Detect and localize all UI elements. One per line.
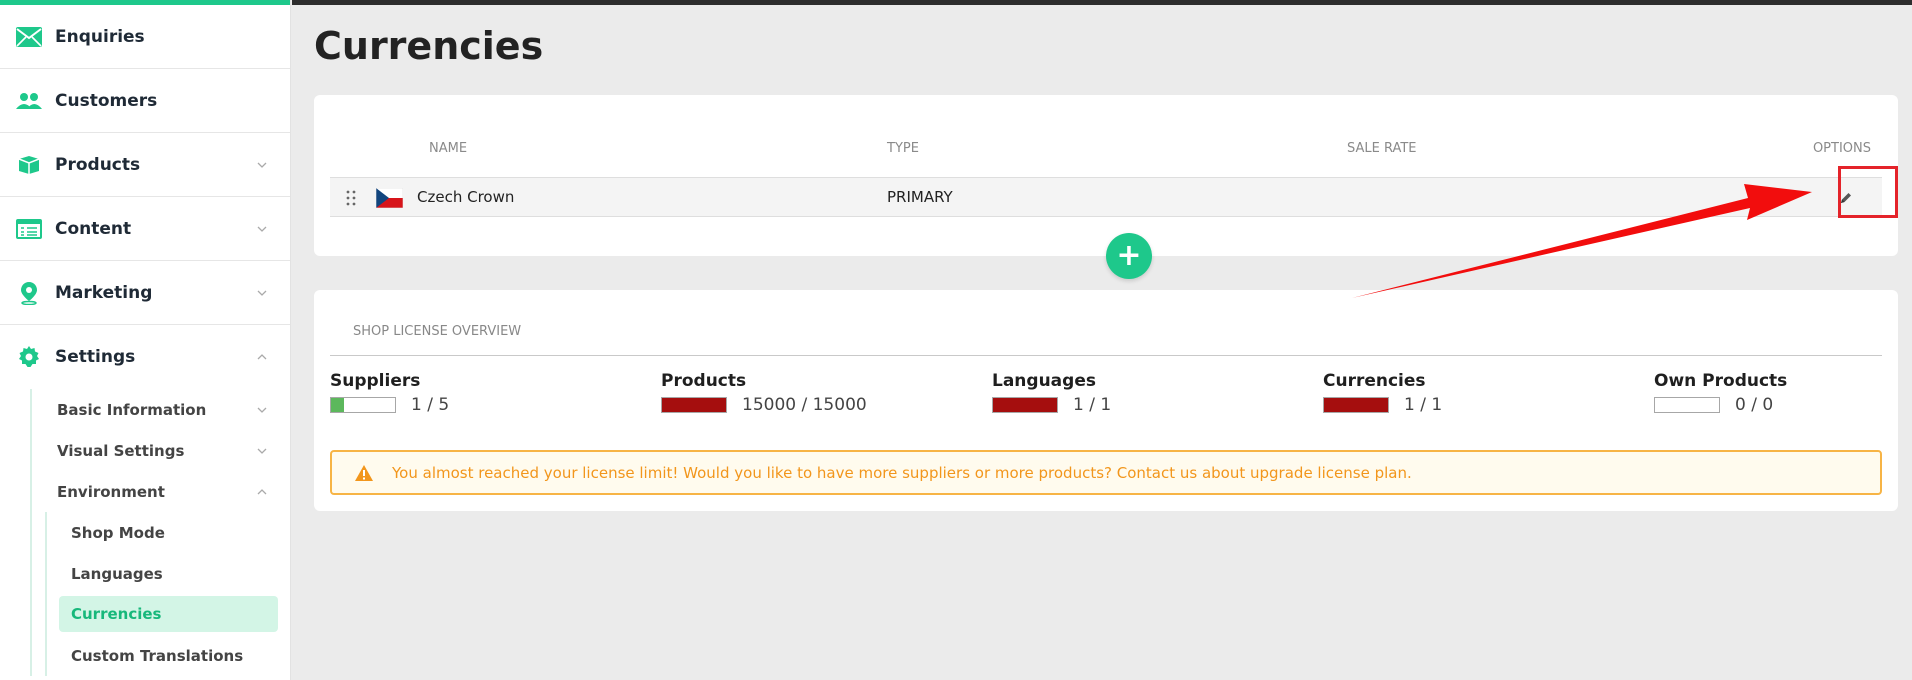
settings-submenu: Basic Information Visual Settings Enviro… <box>0 389 290 676</box>
license-overview-title: SHOP LICENSE OVERVIEW <box>353 324 522 339</box>
annotation-highlight-box <box>1838 166 1898 218</box>
sidebar-item-marketing[interactable]: Marketing <box>0 261 290 325</box>
chevron-down-icon <box>257 407 267 413</box>
plus-icon: + <box>1116 238 1142 273</box>
sidebar-item-label: Currencies <box>71 605 162 623</box>
sidebar-item-label: Custom Translations <box>71 646 244 665</box>
sidebar-item-label: Languages <box>71 564 163 583</box>
license-item-value: 1 / 1 <box>1404 395 1443 415</box>
license-warning-alert: You almost reached your license limit! W… <box>330 450 1882 495</box>
sidebar-item-label: Marketing <box>55 282 153 303</box>
license-item-name: Products <box>661 371 747 391</box>
sidebar-item-languages[interactable]: Languages <box>0 553 290 594</box>
license-usage-bar <box>661 397 727 413</box>
sidebar-item-visual-settings[interactable]: Visual Settings <box>0 430 290 471</box>
czech-flag-icon <box>376 188 403 208</box>
map-pin-icon <box>16 281 42 305</box>
chevron-down-icon <box>257 162 267 168</box>
license-usage-fill <box>1324 398 1388 412</box>
currency-type: PRIMARY <box>887 188 953 206</box>
sidebar-item-enquiries[interactable]: Enquiries <box>0 5 290 69</box>
sidebar-item-label: Visual Settings <box>57 441 185 460</box>
users-icon <box>16 89 42 113</box>
sidebar-item-content[interactable]: Content <box>0 197 290 261</box>
license-item-name: Own Products <box>1654 371 1788 391</box>
sidebar-item-label: Products <box>55 154 141 175</box>
main-top-bar <box>292 0 1912 5</box>
chevron-down-icon <box>257 226 267 232</box>
drag-handle-icon[interactable] <box>344 189 358 207</box>
sidebar-item-label: Shop Mode <box>71 523 165 542</box>
license-item-value: 15000 / 15000 <box>742 395 867 415</box>
license-usage-fill <box>331 398 344 412</box>
sidebar-item-label: Enquiries <box>55 26 145 47</box>
license-item-products: Products 15000 / 15000 <box>661 371 867 415</box>
chevron-down-icon <box>257 290 267 296</box>
license-warning-text: You almost reached your license limit! W… <box>392 463 1412 482</box>
license-usage-fill <box>993 398 1057 412</box>
sidebar-item-basic-information[interactable]: Basic Information <box>0 389 290 430</box>
currency-name: Czech Crown <box>417 188 515 206</box>
license-usage-fill <box>662 398 726 412</box>
license-item-value: 1 / 1 <box>1073 395 1112 415</box>
sidebar-item-settings[interactable]: Settings <box>0 325 290 389</box>
sidebar-item-products[interactable]: Products <box>0 133 290 197</box>
box-icon <box>16 153 42 177</box>
license-item-languages: Languages 1 / 1 <box>992 371 1111 415</box>
sidebar-item-label: Content <box>55 218 132 239</box>
currency-table-card: NAME TYPE SALE RATE OPTIONS Czech Crown … <box>314 95 1898 279</box>
add-currency-button[interactable]: + <box>1106 233 1152 279</box>
main-content: Currencies NAME TYPE SALE RATE OPTIONS C… <box>292 0 1912 680</box>
license-item-own-products: Own Products 0 / 0 <box>1654 371 1787 415</box>
sidebar-item-shop-mode[interactable]: Shop Mode <box>0 512 290 553</box>
chevron-up-icon <box>257 354 267 360</box>
environment-submenu: Shop Mode Languages Currencies Custom Tr… <box>0 512 290 676</box>
license-item-currencies: Currencies 1 / 1 <box>1323 371 1442 415</box>
license-item-name: Suppliers <box>330 371 421 391</box>
table-row[interactable]: Czech Crown PRIMARY <box>330 177 1882 217</box>
license-item-name: Currencies <box>1323 371 1426 391</box>
chevron-down-icon <box>257 448 267 454</box>
column-header-type[interactable]: TYPE <box>887 141 919 156</box>
chevron-up-icon <box>257 488 267 494</box>
sidebar-item-customers[interactable]: Customers <box>0 69 290 133</box>
sidebar: Enquiries Customers Products Content Mar… <box>0 0 291 680</box>
divider <box>330 355 1882 356</box>
column-header-sale-rate[interactable]: SALE RATE <box>1347 141 1417 156</box>
license-item-value: 0 / 0 <box>1735 395 1774 415</box>
gear-icon <box>16 345 42 369</box>
warning-icon <box>355 464 373 481</box>
license-item-name: Languages <box>992 371 1096 391</box>
column-header-name[interactable]: NAME <box>429 141 467 156</box>
sidebar-item-label: Basic Information <box>57 400 207 419</box>
sidebar-item-label: Customers <box>55 90 158 111</box>
sidebar-item-label: Environment <box>57 482 165 501</box>
license-overview-card: SHOP LICENSE OVERVIEW Suppliers 1 / 5 Pr… <box>314 290 1898 511</box>
list-icon <box>16 217 42 241</box>
license-item-value: 1 / 5 <box>411 395 450 415</box>
sidebar-item-currencies[interactable]: Currencies <box>59 596 278 632</box>
license-item-suppliers: Suppliers 1 / 5 <box>330 371 449 415</box>
sidebar-item-custom-translations[interactable]: Custom Translations <box>0 635 290 676</box>
license-usage-bar <box>1323 397 1389 413</box>
sidebar-item-label: Settings <box>55 347 136 367</box>
page-title: Currencies <box>314 24 544 68</box>
sidebar-item-environment[interactable]: Environment <box>0 471 290 512</box>
column-header-options: OPTIONS <box>1812 141 1871 156</box>
license-usage-bar <box>1654 397 1720 413</box>
license-usage-bar <box>992 397 1058 413</box>
envelope-icon <box>16 25 42 49</box>
license-usage-bar <box>330 397 396 413</box>
